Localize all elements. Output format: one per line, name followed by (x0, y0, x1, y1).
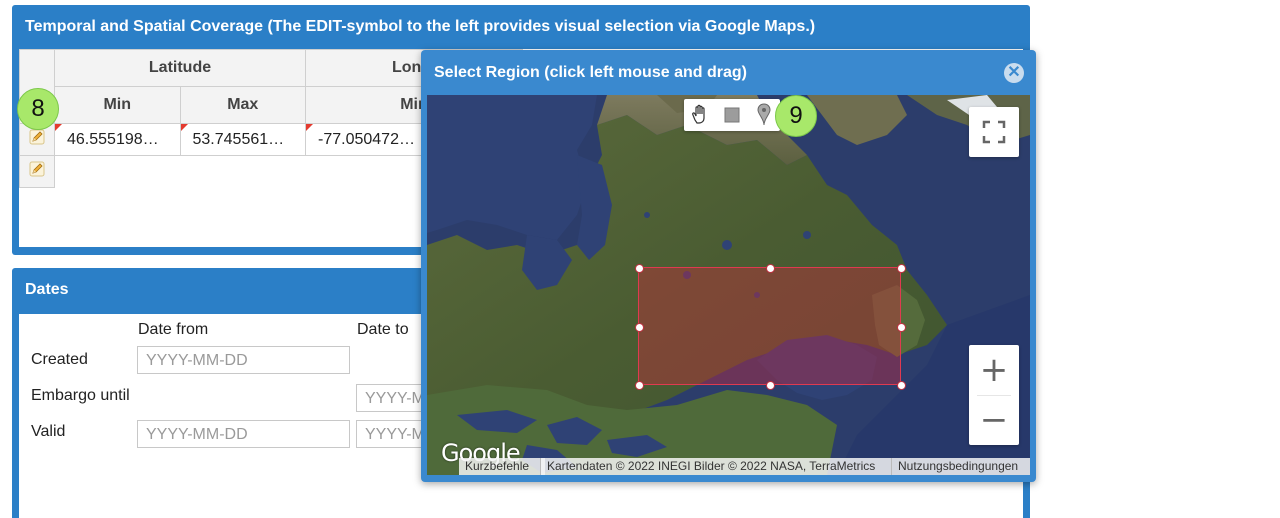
rectangle-draw-icon[interactable] (716, 99, 748, 131)
drawing-toolbar (684, 99, 780, 131)
select-region-dialog: Select Region (click left mouse and drag… (421, 50, 1036, 482)
latitude-min-header[interactable]: Min (54, 86, 181, 124)
resize-handle[interactable] (897, 381, 906, 390)
pencil-edit-icon[interactable] (29, 129, 45, 145)
created-from-input[interactable]: YYYY-MM-DD (137, 346, 350, 374)
latitude-min-cell[interactable]: 46.555198… (54, 123, 181, 156)
latitude-header: Latitude (54, 49, 306, 87)
keyboard-shortcuts-link[interactable]: Kurzbefehle (459, 458, 545, 475)
resize-handle[interactable] (897, 323, 906, 332)
resize-handle[interactable] (635, 323, 644, 332)
map-data-attribution: Kartendaten © 2022 INEGI Bilder © 2022 N… (540, 458, 892, 475)
valid-from-input[interactable]: YYYY-MM-DD (137, 420, 350, 448)
resize-handle[interactable] (766, 264, 775, 273)
valid-label: Valid (31, 423, 66, 440)
step-badge-8: 8 (17, 88, 59, 130)
resize-handle[interactable] (897, 264, 906, 273)
coverage-panel-title: Temporal and Spatial Coverage (The EDIT-… (25, 18, 816, 35)
map-canvas[interactable]: + − Google Kurzbefehle Kartendaten © 202… (427, 95, 1030, 475)
zoom-control: + − (969, 345, 1019, 445)
close-circle-icon[interactable]: ✕ (1004, 63, 1024, 83)
longitude-min-value: -77.050472… (318, 130, 415, 148)
zoom-in-button[interactable]: + (969, 345, 1019, 395)
terms-link[interactable]: Nutzungsbedingungen (891, 458, 1030, 475)
resize-handle[interactable] (635, 264, 644, 273)
latitude-min-value: 46.555198… (67, 130, 159, 148)
created-label: Created (31, 351, 88, 368)
latitude-max-header[interactable]: Max (179, 86, 306, 124)
resize-handle[interactable] (766, 381, 775, 390)
hand-pan-icon[interactable] (684, 99, 716, 131)
empty-cell[interactable] (54, 155, 180, 188)
latitude-max-cell[interactable]: 53.745561… (179, 123, 306, 156)
selection-rectangle[interactable] (635, 264, 906, 390)
fullscreen-icon (982, 120, 1006, 144)
date-from-header: Date from (138, 321, 209, 338)
fullscreen-button[interactable] (969, 107, 1019, 157)
resize-handle[interactable] (635, 381, 644, 390)
dialog-title: Select Region (click left mouse and drag… (434, 64, 747, 81)
edit-cell[interactable] (19, 155, 55, 188)
date-to-header: Date to (357, 321, 409, 338)
latitude-max-value: 53.745561… (192, 130, 285, 148)
embargo-label: Embargo until (31, 387, 130, 404)
empty-cell[interactable] (180, 155, 306, 188)
zoom-out-button[interactable]: − (969, 395, 1019, 445)
pencil-edit-icon[interactable] (29, 161, 45, 177)
step-badge-9: 9 (775, 95, 817, 137)
